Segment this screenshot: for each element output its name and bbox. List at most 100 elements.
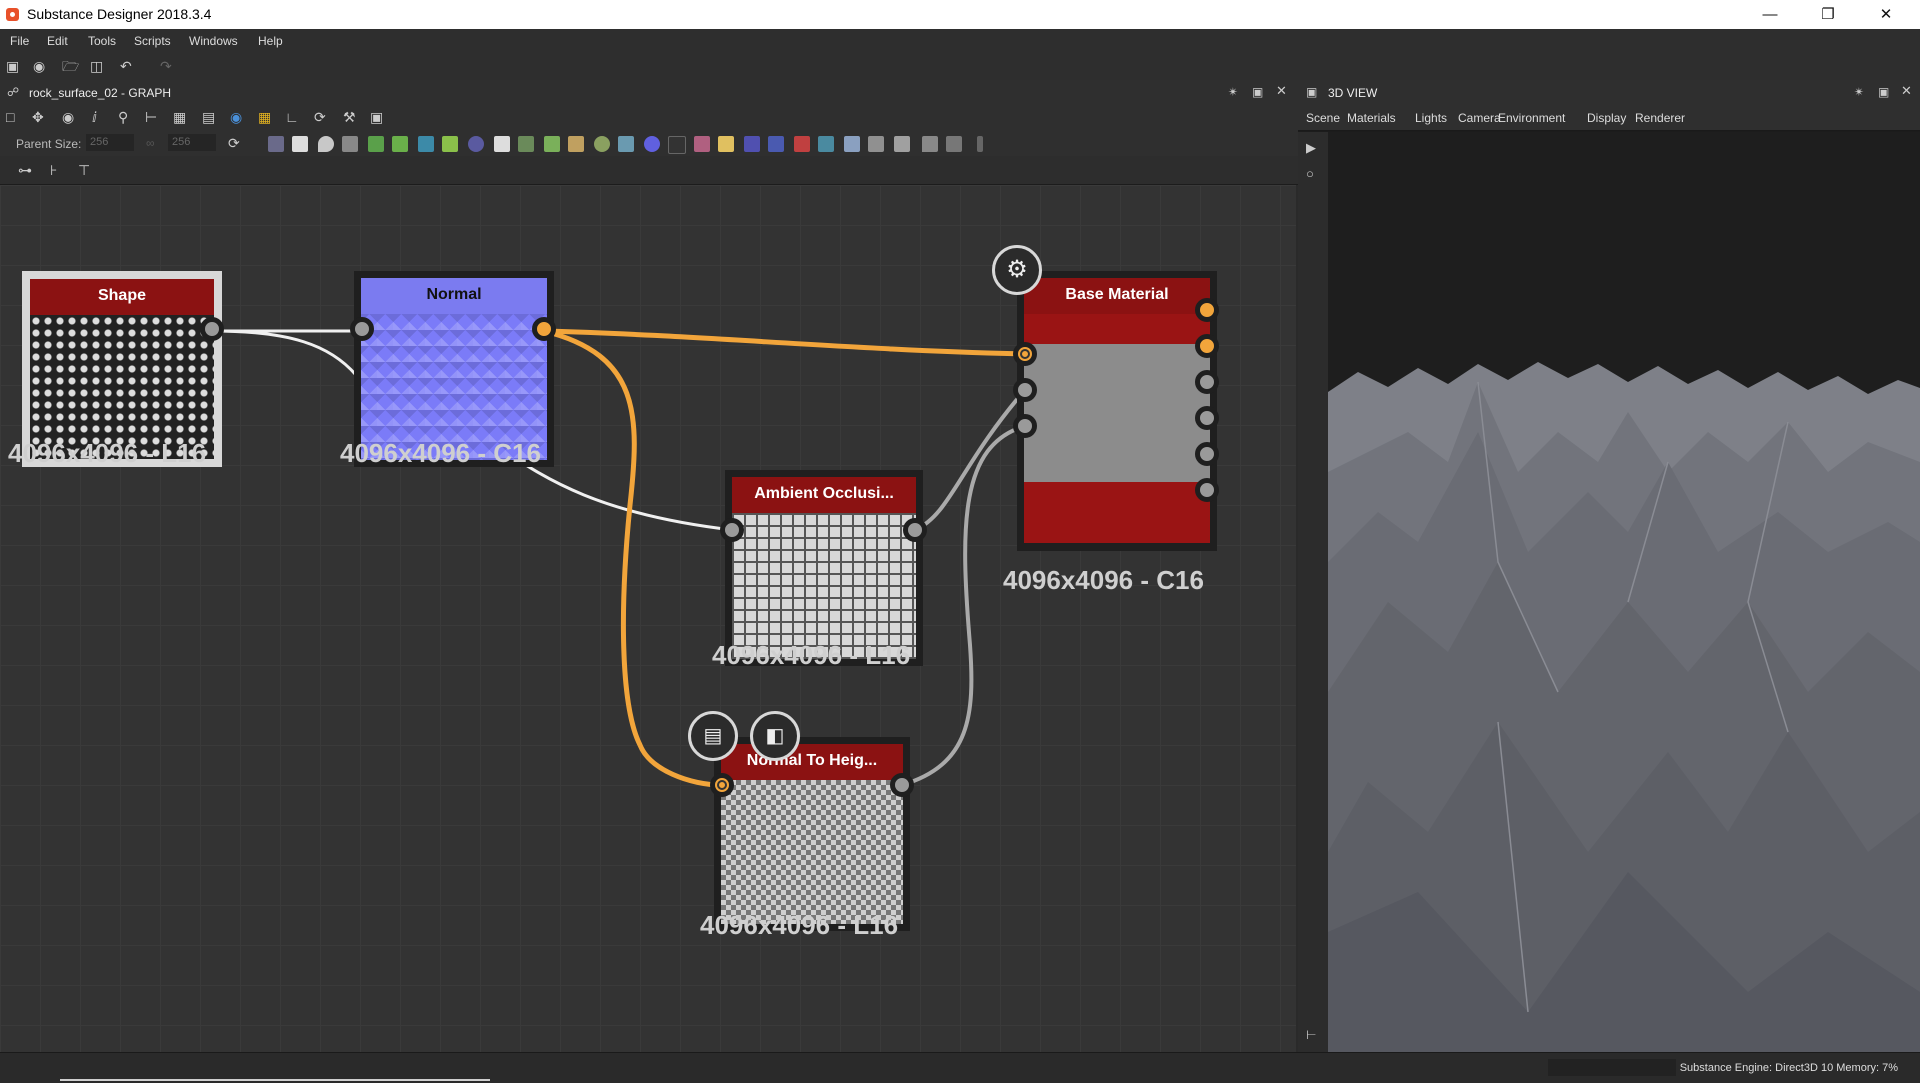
view-menu-renderer[interactable]: Renderer [1635,111,1685,125]
menu-edit[interactable]: Edit [47,34,68,48]
view-menu-lights[interactable]: Lights [1415,111,1447,125]
menu-help[interactable]: Help [258,34,283,48]
blend-node-icon[interactable] [292,136,308,152]
frame-all-icon[interactable]: □ [6,109,14,125]
node-base-material-output-2[interactable] [1195,334,1219,358]
output-node-icon[interactable] [844,136,860,152]
navigation-pin-icon[interactable] [946,136,962,152]
node-base-material-output-4[interactable] [1195,406,1219,430]
document-badge-icon[interactable]: ▤ [688,711,738,761]
node-base-material-output-6[interactable] [1195,478,1219,502]
text-node-icon[interactable] [744,136,760,152]
shuffle-node-icon[interactable] [342,136,358,152]
dot-node-icon[interactable]: ⊶ [18,162,32,178]
view-pin-icon[interactable]: ✴ [1854,84,1864,100]
view-menu-environment[interactable]: Environment [1498,111,1565,125]
pin-node-icon[interactable] [977,136,983,152]
menu-file[interactable]: File [10,34,29,48]
node-ao-output-pin[interactable] [903,518,927,542]
sharpen-node-icon[interactable] [668,136,686,154]
bitmap-node-icon[interactable] [268,136,284,152]
view-menu-camera[interactable]: Camera [1458,111,1501,125]
search-icon[interactable]: ⚲ [118,109,128,125]
refresh-icon[interactable]: ⟳ [314,109,326,125]
new-graph-icon[interactable]: ◉ [33,58,45,74]
menu-windows[interactable]: Windows [189,34,238,48]
close-panel-icon[interactable]: ✕ [1276,83,1287,99]
undo-icon[interactable]: ↶ [120,58,132,74]
float-panel-icon[interactable]: ▣ [1252,84,1263,100]
node-nth-input-pin[interactable] [710,773,734,797]
node-shape-output-pin[interactable] [200,317,224,341]
levels-node-icon[interactable] [594,136,610,152]
parent-size-height-select[interactable]: 256 [168,134,216,151]
normal-node-icon[interactable] [618,136,634,152]
view-float-icon[interactable]: ▣ [1878,84,1889,100]
node-base-material-output-5[interactable] [1195,442,1219,466]
node-base-material-input-3[interactable] [1013,414,1037,438]
menu-scripts[interactable]: Scripts [134,34,171,48]
layout-icon[interactable]: ▦ [258,109,271,125]
pin-icon[interactable]: ✴ [1228,84,1238,100]
node-ambient-occlusion[interactable]: Ambient Occlusi... [725,470,923,666]
node-base-material-input-basecolor[interactable] [1013,342,1037,366]
node-base-material-output-1[interactable] [1195,298,1219,322]
comment-icon[interactable]: ▤ [202,109,215,125]
node-base-material-input-2[interactable] [1013,378,1037,402]
view-close-icon[interactable]: ✕ [1901,83,1912,99]
gradient-map-icon[interactable] [442,136,458,152]
minimize-button[interactable]: — [1747,0,1793,29]
distance-node-icon[interactable] [418,136,434,152]
align-icon[interactable]: ▦ [173,109,186,125]
frame-node-icon[interactable] [894,136,910,152]
hierarchy-icon[interactable]: ⊢ [1306,1027,1316,1043]
node-normal-to-height[interactable]: Normal To Heig... [714,737,910,931]
curve-node-icon[interactable] [368,136,384,152]
graph-canvas[interactable]: Shape 4096x4096 - L16 Normal 4096x4096 -… [0,185,1296,1052]
restore-button[interactable]: ❐ [1805,0,1851,29]
light-bulb-icon[interactable]: ○ [1306,166,1314,182]
redo-icon[interactable]: ↷ [160,58,172,74]
connection-icon[interactable]: ∟ [285,109,299,125]
input-node-icon[interactable] [818,136,834,152]
3d-viewport[interactable] [1328,132,1920,1052]
menu-tools[interactable]: Tools [88,34,116,48]
view-menu-materials[interactable]: Materials [1347,111,1396,125]
grayscale-node-icon[interactable] [544,136,560,152]
material-3d-badge-icon[interactable]: ⚙ [992,245,1042,295]
hsl-node-icon[interactable] [568,136,584,152]
transform-node-icon[interactable] [694,136,710,152]
reset-icon[interactable]: ⟳ [228,135,240,151]
emboss-node-icon[interactable] [468,136,484,152]
new-package-icon[interactable]: ▣ [6,58,19,74]
value-node-icon[interactable] [868,136,884,152]
link-icon[interactable]: ⊢ [145,109,157,125]
view-menu-scene[interactable]: Scene [1306,111,1340,125]
pixel-processor-icon[interactable] [644,136,660,152]
node-nth-output-pin[interactable] [890,773,914,797]
fx-map-icon[interactable] [494,136,510,152]
camera-icon[interactable]: ◉ [62,109,74,125]
move-icon[interactable]: ✥ [32,109,44,125]
node-base-material-output-3[interactable] [1195,370,1219,394]
info-icon[interactable]: ⅈ [92,109,97,125]
save-icon[interactable]: ◫ [90,58,103,74]
align-nodes-icon[interactable]: ⊤ [78,162,90,178]
node-ao-input-pin[interactable] [720,518,744,542]
open-folder-icon[interactable]: 🗁 [62,58,79,74]
vertical-link-icon[interactable]: ⊦ [50,162,57,178]
parent-size-width-select[interactable]: 256 [86,134,134,151]
export-icon[interactable]: ▣ [370,109,383,125]
directional-warp-icon[interactable] [392,136,408,152]
node-base-material[interactable]: Base Material [1017,271,1217,551]
gradient-node-icon[interactable] [518,136,534,152]
node-normal-output-pin[interactable] [532,317,556,341]
blur-node-icon[interactable] [318,136,334,152]
view-menu-display[interactable]: Display [1587,111,1626,125]
warp-node-icon[interactable] [768,136,784,152]
python-icon[interactable]: ◉ [230,109,242,125]
checker-badge-icon[interactable]: ◧ [750,711,800,761]
comment-node-icon[interactable] [922,136,938,152]
video-camera-icon[interactable]: ▶ [1306,140,1316,156]
svg-node-icon[interactable] [794,136,810,152]
